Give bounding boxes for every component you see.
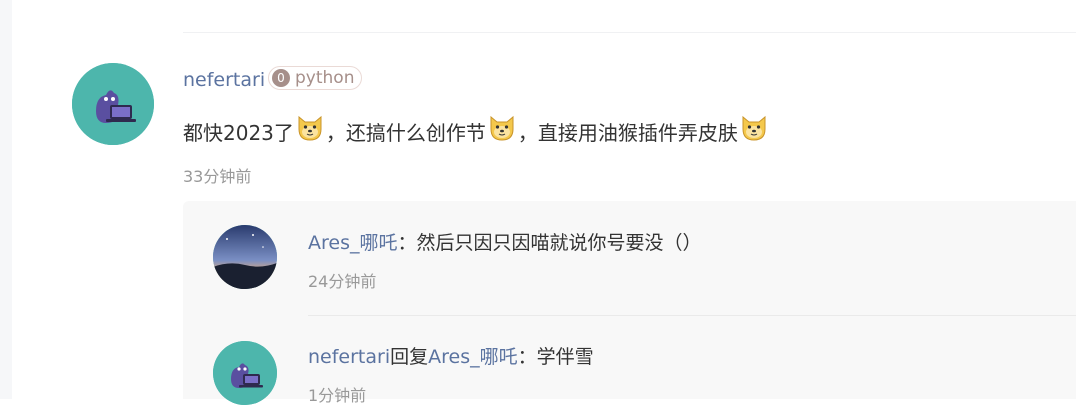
doge-emoji-icon: [739, 112, 769, 142]
reply-author[interactable]: Ares_哪吒: [308, 232, 397, 254]
reply-word: 回复: [390, 346, 429, 368]
divider: [183, 32, 1076, 33]
reply-text: 然后只因只因喵就说你号要没（）: [416, 232, 702, 254]
avatar-character-icon: [72, 63, 154, 145]
avatar-night-sky-icon: [213, 225, 277, 289]
comment-content: 都快2023了 ，还搞什么创作节 ，直接用油猴插件弄皮肤: [183, 112, 770, 151]
reply-author[interactable]: nefertari: [308, 346, 390, 368]
reply-separator: ：: [397, 232, 417, 254]
comment-text-part: ，直接用油猴插件弄皮肤: [517, 121, 738, 145]
avatar[interactable]: [213, 341, 277, 405]
comment-author[interactable]: nefertari: [183, 68, 265, 92]
avatar[interactable]: [72, 63, 154, 145]
reply-separator: ：: [517, 346, 537, 368]
avatar-character-icon: [213, 341, 277, 405]
level-tag: python: [295, 68, 355, 88]
reply-line: Ares_哪吒：然后只因只因喵就说你号要没（）: [308, 231, 702, 255]
comment-time: 33分钟前: [183, 167, 252, 186]
avatar[interactable]: [213, 225, 277, 289]
comment-text-part: 都快2023了: [183, 121, 294, 145]
level-badge[interactable]: 0 python: [268, 66, 363, 90]
reply-text: 学伴雪: [536, 346, 594, 368]
left-gutter: [0, 0, 12, 399]
reply-target[interactable]: Ares_哪吒: [428, 346, 517, 368]
doge-emoji-icon: [487, 112, 517, 142]
comment-text-part: ，还搞什么创作节: [325, 121, 486, 145]
level-number: 0: [272, 69, 290, 87]
reply-time: 24分钟前: [308, 272, 377, 291]
divider: [308, 315, 1076, 316]
reply-time: 1分钟前: [308, 386, 367, 405]
doge-emoji-icon: [295, 112, 325, 142]
reply-line: nefertari回复Ares_哪吒：学伴雪: [308, 345, 594, 369]
